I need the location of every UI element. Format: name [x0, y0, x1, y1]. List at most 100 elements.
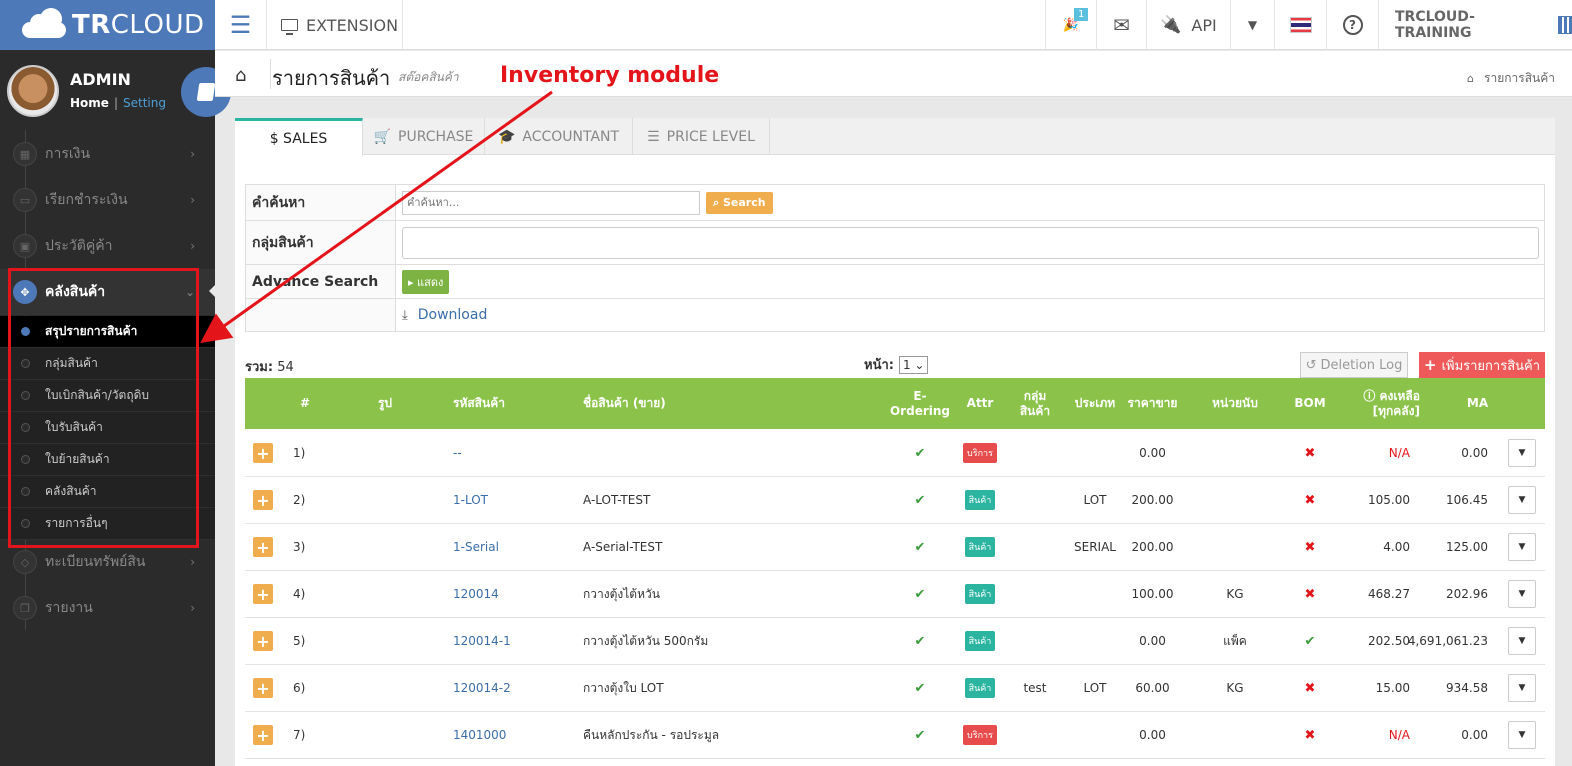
ma-value: 106.45: [1446, 493, 1488, 507]
table-row: +1) -- ✔ บริการ 0.00 ✖ N/A 0.00 ▼: [245, 430, 1545, 477]
col-name[interactable]: ชื่อสินค้า (ขาย): [583, 378, 703, 429]
product-code-cell[interactable]: 120014-1: [453, 618, 573, 664]
product-type: LOT: [1083, 493, 1107, 507]
sidebar-sub-item-product-group[interactable]: กลุ่มสินค้า: [0, 348, 215, 380]
row-actions-dropdown[interactable]: ▼: [1507, 477, 1537, 523]
col-group-line1: กลุ่ม: [1023, 388, 1047, 403]
expand-button[interactable]: +: [253, 712, 275, 758]
caret-down-icon: ▼: [1508, 486, 1536, 514]
sale-price: 0.00: [1139, 446, 1166, 460]
row-actions-dropdown[interactable]: ▼: [1507, 665, 1537, 711]
download-link[interactable]: ⤓ Download: [402, 307, 487, 323]
expand-button[interactable]: +: [253, 524, 275, 570]
home-link[interactable]: Home: [70, 96, 109, 110]
tab-purchase[interactable]: 🛒 PURCHASE: [363, 118, 485, 155]
menu-toggle-button[interactable]: ☰: [215, 0, 267, 50]
breadcrumb-home-icon[interactable]: ⌂: [1467, 72, 1474, 85]
product-code-link[interactable]: 1401000: [453, 728, 506, 742]
product-code-cell[interactable]: 1-LOT: [453, 477, 573, 523]
sidebar-sub-item-transfer[interactable]: ใบย้ายสินค้า: [0, 444, 215, 476]
notification-button[interactable]: 🎉 1: [1045, 0, 1097, 50]
row-actions-dropdown[interactable]: ▼: [1507, 524, 1537, 570]
sidebar-item-assets[interactable]: ◇ ทะเบียนทรัพย์สิน ›: [0, 539, 215, 585]
product-code-link[interactable]: 120014: [453, 587, 499, 601]
tab-label: $ SALES: [269, 130, 328, 147]
col-stock-line1: ⓘ คงเหลือ: [1363, 389, 1420, 404]
group-select[interactable]: [402, 226, 1539, 259]
sidebar-sub-item-requisition[interactable]: ใบเบิกสินค้า/วัตถุดิบ: [0, 380, 215, 412]
expand-icon[interactable]: +: [253, 678, 273, 698]
expand-icon[interactable]: +: [253, 443, 273, 463]
sidebar-sub-item-product-summary[interactable]: สรุปรายการสินค้า: [0, 316, 215, 348]
unit-cell: [1200, 430, 1270, 476]
product-code-cell[interactable]: 120014-2: [453, 665, 573, 711]
row-actions-dropdown[interactable]: ▼: [1507, 712, 1537, 758]
avatar[interactable]: [7, 65, 59, 117]
sidebar-item-inventory[interactable]: ✥ คลังสินค้า ⌄: [0, 269, 215, 315]
sidebar-sub-item-receiving[interactable]: ใบรับสินค้า: [0, 412, 215, 444]
expand-button[interactable]: +: [253, 665, 275, 711]
search-input[interactable]: [402, 190, 700, 215]
api-button[interactable]: 🔌 API: [1147, 0, 1231, 50]
sidebar-sub-item-other[interactable]: รายการอื่นๆ: [0, 508, 215, 540]
deletion-log-button[interactable]: ↺ Deletion Log: [1300, 352, 1408, 378]
product-code-link[interactable]: 120014-1: [453, 634, 511, 648]
expand-button[interactable]: +: [253, 571, 275, 617]
unit-cell: [1200, 712, 1270, 758]
search-button[interactable]: ⌕ Search: [706, 191, 773, 214]
show-advance-button[interactable]: ▸ แสดง: [402, 269, 450, 294]
sidebar-item-partner-history[interactable]: ▣ ประวัติคู่ค้า ›: [0, 223, 215, 269]
sidebar-item-billing[interactable]: ▭ เรียกชำระเงิน ›: [0, 177, 215, 223]
col-code[interactable]: รหัสสินค้า: [440, 378, 515, 429]
expand-icon[interactable]: +: [253, 725, 273, 745]
company-selector[interactable]: TRCLOUD-TRAINING: [1379, 0, 1572, 50]
product-code-link[interactable]: 120014-2: [453, 681, 511, 695]
sidebar-item-reports[interactable]: ❐ รายงาน ›: [0, 585, 215, 631]
product-code-cell[interactable]: --: [453, 430, 573, 476]
monitor-icon: [281, 19, 298, 35]
expand-icon[interactable]: +: [253, 490, 273, 510]
check-icon: ✔: [914, 727, 926, 743]
product-code-link[interactable]: 1-LOT: [453, 493, 488, 507]
row-actions-dropdown[interactable]: ▼: [1507, 618, 1537, 664]
expand-button[interactable]: +: [253, 477, 275, 523]
tab-price-level[interactable]: ☰ PRICE LEVEL: [633, 118, 770, 155]
row-actions-dropdown[interactable]: ▼: [1507, 571, 1537, 617]
page-select[interactable]: 1 ⌄: [898, 355, 929, 374]
product-code-cell[interactable]: 1401000: [453, 712, 573, 758]
expand-icon[interactable]: +: [253, 631, 273, 651]
add-product-button[interactable]: + เพิ่มรายการสินค้า: [1419, 352, 1545, 378]
stock-balance: 202.50: [1368, 634, 1410, 648]
home-icon[interactable]: ⌂: [235, 65, 246, 86]
language-button[interactable]: [1275, 0, 1327, 50]
expand-icon[interactable]: +: [253, 584, 273, 604]
app-logo[interactable]: TRCLOUD: [0, 0, 215, 50]
product-code-cell[interactable]: 120014: [453, 571, 573, 617]
product-name-cell: A-Serial-TEST: [583, 524, 883, 570]
help-button[interactable]: ?: [1327, 0, 1379, 50]
stock-cell: 15.00: [1335, 665, 1410, 711]
stock-cell: 4.00: [1335, 524, 1410, 570]
product-code-link[interactable]: --: [453, 446, 462, 460]
price-cell: 200.00: [1115, 524, 1190, 570]
sidebar-item-finance[interactable]: ▦ การเงิน ›: [0, 131, 215, 177]
product-code-link[interactable]: 1-Serial: [453, 540, 499, 554]
extension-button[interactable]: EXTENSION: [267, 0, 403, 50]
chevron-down-icon: ⌄: [184, 285, 195, 299]
tab-accountant[interactable]: 🎓 ACCOUNTANT: [485, 118, 633, 155]
sidebar-sub-item-warehouse[interactable]: คลังสินค้า: [0, 476, 215, 508]
row-actions-dropdown[interactable]: ▼: [1507, 430, 1537, 476]
tab-sales[interactable]: $ SALES: [235, 118, 363, 156]
chevron-right-icon: ›: [190, 147, 195, 161]
expand-icon[interactable]: +: [253, 537, 273, 557]
product-code-cell[interactable]: 1-Serial: [453, 524, 573, 570]
setting-link[interactable]: Setting: [123, 96, 166, 110]
deletion-log-label: Deletion Log: [1320, 357, 1403, 373]
expand-button[interactable]: +: [253, 618, 275, 664]
attr-cell: สินค้า: [955, 618, 1005, 664]
dropdown-caret-button[interactable]: ▼: [1231, 0, 1275, 50]
expand-button[interactable]: +: [253, 430, 275, 476]
mail-button[interactable]: ✉: [1097, 0, 1147, 50]
row-number: 4): [293, 587, 306, 601]
col-eordering-line1: E-: [913, 388, 927, 403]
